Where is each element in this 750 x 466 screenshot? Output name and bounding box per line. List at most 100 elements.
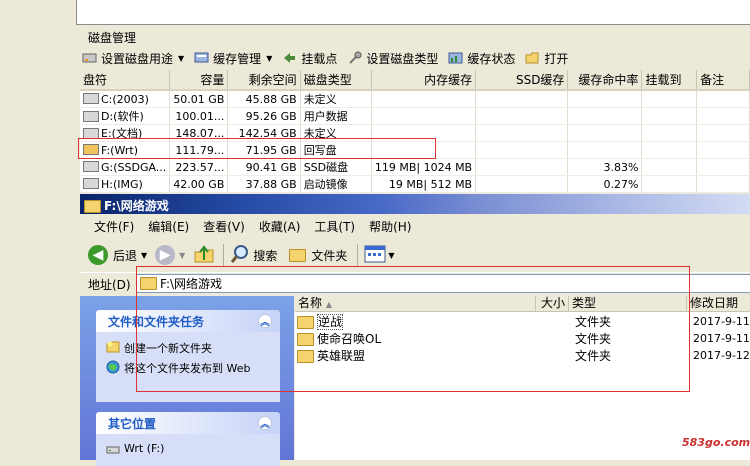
other-places-body: Wrt (F:) bbox=[96, 434, 280, 466]
cell-note bbox=[696, 124, 750, 142]
cell-free: 90.41 GB bbox=[227, 158, 301, 176]
highlight-box-explorer bbox=[136, 266, 690, 392]
disk-row[interactable]: D:(软件) 100.01... 95.26 GB 用户数据 bbox=[80, 107, 750, 125]
file-date: 2017-9-11 bbox=[693, 331, 750, 345]
col-mem-cache[interactable]: 内存缓存 bbox=[371, 70, 477, 91]
menu-edit[interactable]: 编辑(E) bbox=[148, 218, 189, 235]
cell-drive: H:(IMG) bbox=[80, 175, 171, 193]
menu-bar: 文件(F) 编辑(E) 查看(V) 收藏(A) 工具(T) 帮助(H) bbox=[80, 216, 750, 236]
cell-capacity: 42.00 GB bbox=[169, 175, 229, 193]
open-icon bbox=[525, 51, 540, 65]
cell-type: 用户数据 bbox=[300, 107, 372, 125]
menu-help[interactable]: 帮助(H) bbox=[369, 218, 411, 235]
col-mount[interactable]: 挂载到 bbox=[641, 70, 698, 91]
address-label: 地址(D) bbox=[88, 277, 131, 292]
cell-free: 45.88 GB bbox=[227, 90, 301, 108]
drive-icon bbox=[83, 110, 99, 122]
cell-drive: G:(SSDGA... bbox=[80, 158, 171, 176]
drive-icon bbox=[83, 127, 99, 139]
col-note[interactable]: 备注 bbox=[696, 70, 750, 91]
back-dropdown-icon[interactable]: ▼ bbox=[141, 251, 147, 260]
up-folder-icon[interactable] bbox=[193, 244, 215, 267]
forward-dropdown-icon[interactable]: ▼ bbox=[179, 251, 185, 260]
cell-ssd-cache bbox=[475, 107, 569, 125]
disk-manager-title: 磁盘管理 bbox=[88, 31, 137, 45]
col-free[interactable]: 剩余空间 bbox=[227, 70, 301, 91]
set-disk-type-button[interactable]: 设置磁盘类型 bbox=[347, 50, 438, 67]
back-button[interactable]: 后退 bbox=[113, 247, 137, 264]
menu-favorites[interactable]: 收藏(A) bbox=[259, 218, 301, 235]
set-disk-purpose-button[interactable]: 设置磁盘用途 ▼ bbox=[82, 50, 184, 67]
open-button[interactable]: 打开 bbox=[525, 50, 568, 67]
cell-capacity: 223.57... bbox=[169, 158, 229, 176]
dropdown-arrow-icon: ▼ bbox=[266, 53, 273, 63]
disk-row[interactable]: G:(SSDGA... 223.57... 90.41 GB SSD磁盘 119 MB|… bbox=[80, 158, 750, 176]
cell-note bbox=[696, 141, 750, 159]
cell-mem-cache: 19 MB| 512 MB bbox=[371, 175, 477, 193]
cell-type: 启动镜像 bbox=[300, 175, 372, 193]
cell-mem-cache: 119 MB| 1024 MB bbox=[371, 158, 477, 176]
explorer-title-bar: F:\网络游戏 bbox=[80, 194, 750, 214]
col-capacity[interactable]: 容量 bbox=[169, 70, 229, 91]
disk-type-icon bbox=[347, 51, 362, 65]
forward-arrow-icon[interactable]: ▶ bbox=[155, 245, 176, 265]
cell-hit-rate bbox=[567, 141, 643, 159]
cache-manage-icon bbox=[194, 51, 209, 65]
menu-tools[interactable]: 工具(T) bbox=[314, 218, 355, 235]
cell-drive: C:(2003) bbox=[80, 90, 171, 108]
cell-note bbox=[696, 175, 750, 193]
drive-icon bbox=[83, 178, 99, 189]
publish-web-icon bbox=[106, 360, 120, 374]
cell-mount bbox=[641, 107, 698, 125]
cell-hit-rate bbox=[567, 107, 643, 125]
file-date: 2017-9-12 bbox=[693, 348, 750, 362]
disk-row[interactable]: C:(2003) 50.01 GB 45.88 GB 未定义 bbox=[80, 90, 750, 108]
views-icon[interactable] bbox=[364, 245, 386, 266]
place-drive-f[interactable]: Wrt (F:) bbox=[96, 440, 280, 458]
cell-type: SSD磁盘 bbox=[300, 158, 372, 176]
cell-mem-cache bbox=[371, 107, 477, 125]
cell-ssd-cache bbox=[475, 158, 569, 176]
back-arrow-icon[interactable]: ◀ bbox=[88, 245, 108, 265]
cell-note bbox=[696, 107, 750, 125]
cell-ssd-cache bbox=[475, 141, 569, 159]
mount-point-button[interactable]: 挂载点 bbox=[282, 50, 337, 67]
cell-hit-rate: 0.27% bbox=[567, 175, 643, 193]
col-hit-rate[interactable]: 缓存命中率 bbox=[567, 70, 643, 91]
cache-manage-button[interactable]: 缓存管理 ▼ bbox=[194, 50, 272, 67]
disk-table-header: 盘符 容量 剩余空间 磁盘类型 内存缓存 SSD缓存 缓存命中率 挂载到 备注 bbox=[80, 70, 750, 91]
folders-button[interactable]: 文件夹 bbox=[311, 247, 347, 264]
highlight-box-drive-f bbox=[78, 138, 436, 159]
drive-icon bbox=[106, 442, 120, 456]
menu-file[interactable]: 文件(F) bbox=[94, 218, 134, 235]
disk-purpose-icon bbox=[82, 51, 97, 65]
cell-free: 37.88 GB bbox=[227, 175, 301, 193]
cell-drive: D:(软件) bbox=[80, 107, 171, 125]
menu-view[interactable]: 查看(V) bbox=[203, 218, 245, 235]
col-date[interactable]: 修改日期 bbox=[687, 296, 750, 311]
folder-icon bbox=[84, 200, 101, 213]
cache-status-icon bbox=[448, 51, 463, 65]
cell-mem-cache bbox=[371, 90, 477, 108]
collapse-chevron-icon[interactable]: ︽ bbox=[258, 416, 272, 430]
cell-type: 未定义 bbox=[300, 90, 372, 108]
other-places-header[interactable]: 其它位置 ︽ bbox=[96, 412, 280, 434]
col-drive[interactable]: 盘符 bbox=[80, 70, 171, 91]
cell-ssd-cache bbox=[475, 124, 569, 142]
cell-hit-rate bbox=[567, 90, 643, 108]
disk-table: 盘符 容量 剩余空间 磁盘类型 内存缓存 SSD缓存 缓存命中率 挂载到 备注 … bbox=[80, 70, 750, 193]
search-button[interactable]: 搜索 bbox=[253, 247, 277, 264]
col-ssd-cache[interactable]: SSD缓存 bbox=[475, 70, 569, 91]
views-dropdown-icon[interactable]: ▼ bbox=[388, 251, 394, 260]
drive-icon bbox=[83, 93, 99, 104]
new-folder-icon bbox=[106, 340, 120, 354]
cell-free: 95.26 GB bbox=[227, 107, 301, 125]
cell-mount bbox=[641, 90, 698, 108]
disk-row[interactable]: H:(IMG) 42.00 GB 37.88 GB 启动镜像 19 MB| 512 MB… bbox=[80, 175, 750, 193]
col-type[interactable]: 磁盘类型 bbox=[300, 70, 372, 91]
cache-status-button[interactable]: 缓存状态 bbox=[448, 50, 515, 67]
cell-ssd-cache bbox=[475, 175, 569, 193]
search-icon[interactable] bbox=[230, 244, 250, 267]
folders-icon[interactable] bbox=[289, 248, 307, 262]
cell-mount bbox=[641, 175, 698, 193]
